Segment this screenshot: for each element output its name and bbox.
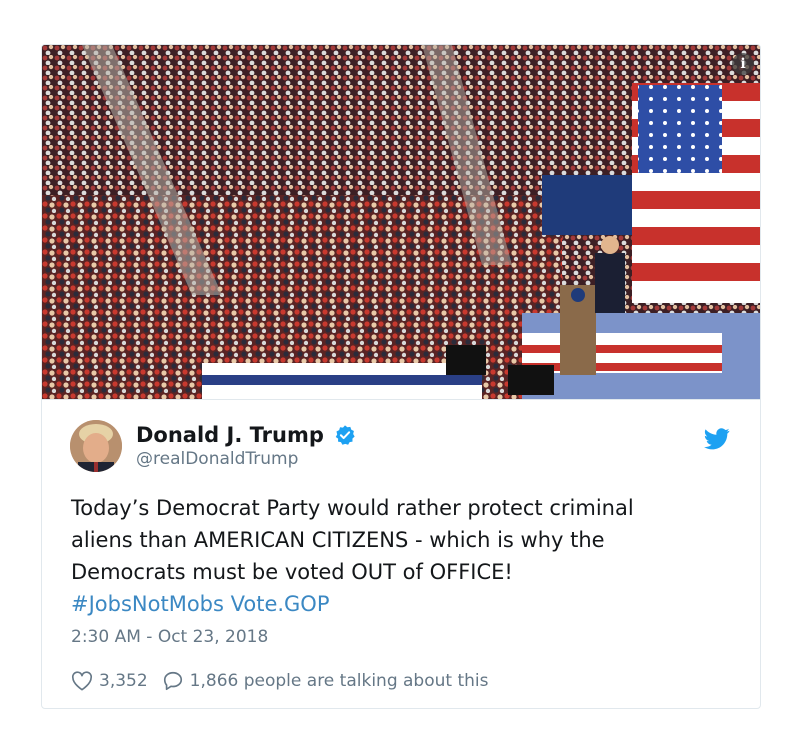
like-count: 3,352	[99, 671, 148, 691]
twitter-bird-icon[interactable]	[704, 428, 730, 450]
tweet-text-line: aliens than AMERICAN CITIZENS - which is…	[71, 528, 605, 552]
tweet-body: Donald J. Trump @realDonaldTrump Today’s…	[42, 399, 760, 691]
author-handle[interactable]: @realDonaldTrump	[136, 449, 356, 469]
tweet-card: i Donald J. Trump @realDonaldTrump Today…	[41, 44, 761, 709]
tweet-text-line: Democrats must be voted OUT of OFFICE!	[71, 560, 513, 584]
reply-button[interactable]: 1,866 people are talking about this	[162, 670, 489, 692]
replies-text: 1,866 people are talking about this	[189, 671, 489, 691]
url-link[interactable]: Vote.GOP	[231, 592, 330, 616]
tweet-text-line: Today’s Democrat Party would rather prot…	[71, 496, 634, 520]
like-button[interactable]: 3,352	[71, 671, 148, 691]
reply-bubble-icon	[163, 671, 182, 691]
verified-badge-icon	[335, 425, 355, 445]
rally-photo	[42, 45, 760, 399]
media-info-icon[interactable]: i	[732, 53, 754, 75]
hashtag-link[interactable]: #JobsNotMobs	[71, 592, 224, 616]
tweet-actions: 3,352 1,866 people are talking about thi…	[71, 670, 502, 692]
tweet-media-photo[interactable]: i	[42, 45, 760, 399]
display-name[interactable]: Donald J. Trump	[136, 423, 324, 447]
tweet-text: Today’s Democrat Party would rather prot…	[71, 492, 731, 620]
heart-icon	[71, 671, 93, 691]
tweet-timestamp[interactable]: 2:30 AM - Oct 23, 2018	[71, 627, 268, 647]
avatar-image	[70, 420, 122, 472]
author-block: Donald J. Trump @realDonaldTrump	[136, 423, 356, 469]
avatar[interactable]	[70, 420, 122, 472]
